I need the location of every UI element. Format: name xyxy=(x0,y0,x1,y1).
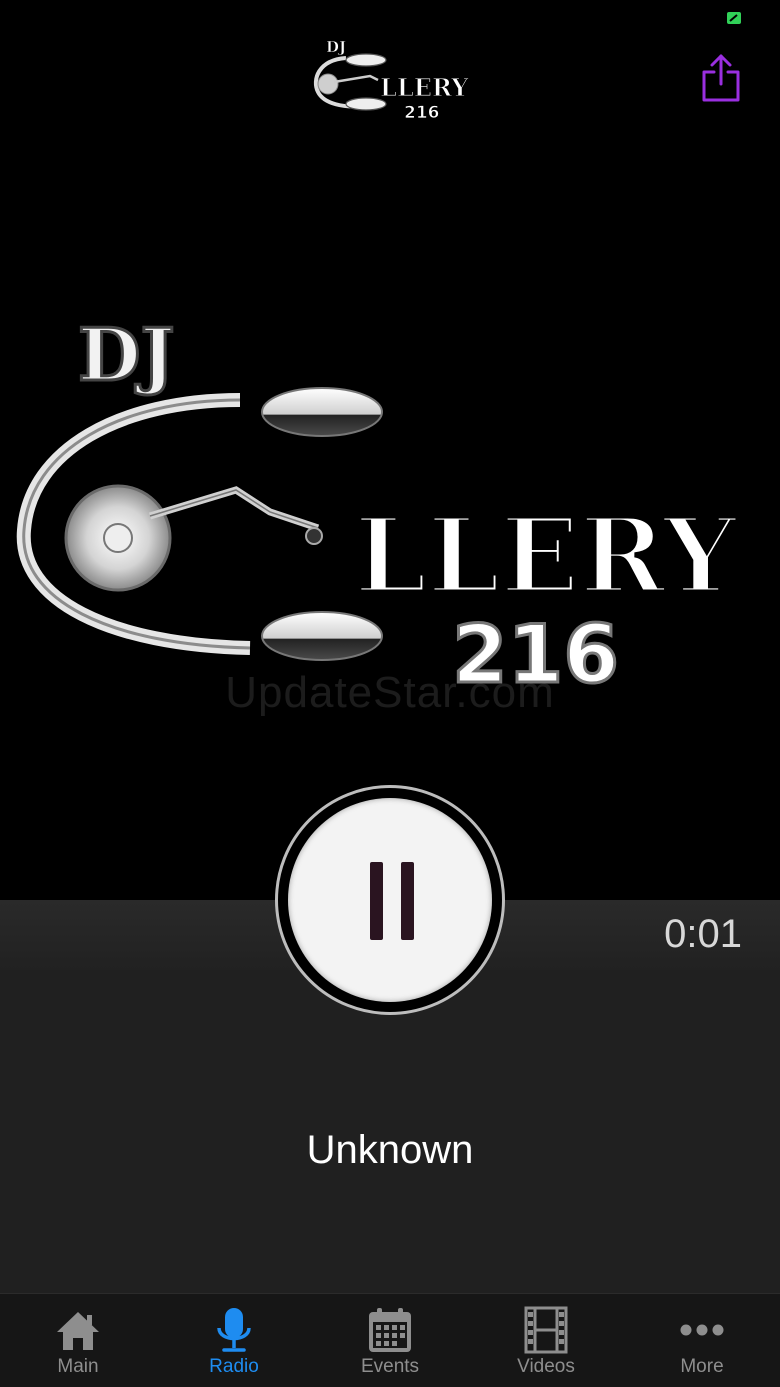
home-icon xyxy=(57,1312,99,1350)
elapsed-time: 0:01 xyxy=(664,912,742,956)
calendar-icon xyxy=(369,1308,411,1352)
tab-label-events: Events xyxy=(360,1356,420,1377)
tab-radio[interactable]: Radio xyxy=(156,1294,312,1387)
svg-text:LLERY: LLERY xyxy=(380,73,469,102)
tab-label-main: Main xyxy=(57,1356,99,1377)
tab-events[interactable]: Events xyxy=(312,1294,468,1387)
hero-logo-dj: DJ xyxy=(78,312,175,397)
more-dots-icon xyxy=(680,1324,724,1336)
pause-icon xyxy=(370,862,414,940)
tab-main[interactable]: Main xyxy=(0,1294,156,1387)
pause-bar-right xyxy=(401,862,414,940)
hero-logo-name: LLERY xyxy=(354,494,739,617)
pause-button-face xyxy=(288,798,492,1002)
header: DJ LLERY 216 xyxy=(0,0,780,150)
microphone-icon xyxy=(217,1308,251,1352)
share-icon xyxy=(702,54,740,102)
pause-bar-left xyxy=(370,862,383,940)
share-button[interactable] xyxy=(698,52,744,104)
watermark: UpdateStar.com xyxy=(225,668,555,717)
tab-more[interactable]: More xyxy=(624,1294,780,1387)
svg-text:216: 216 xyxy=(404,103,440,122)
tab-bar: Main Radio Events Videos More xyxy=(0,1293,780,1387)
tab-label-videos: Videos xyxy=(517,1356,575,1377)
track-title: Unknown xyxy=(306,1128,474,1172)
tab-videos[interactable]: Videos xyxy=(468,1294,624,1387)
svg-text:DJ: DJ xyxy=(326,38,346,56)
tab-label-more: More xyxy=(680,1356,724,1377)
header-logo: DJ LLERY 216 xyxy=(313,38,470,122)
station-artwork: DJ LLERY 216 xyxy=(16,311,741,703)
film-icon xyxy=(524,1306,568,1354)
tab-label-radio: Radio xyxy=(209,1356,259,1377)
pause-button[interactable] xyxy=(275,785,505,1015)
